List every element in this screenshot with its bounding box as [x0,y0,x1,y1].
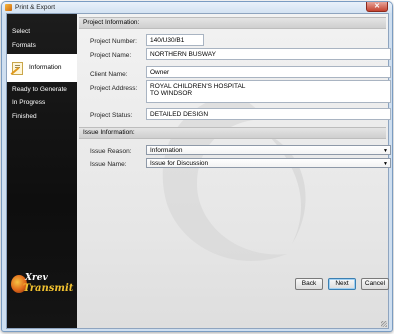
back-button[interactable]: Back [295,278,323,290]
issue-reason-label: Issue Reason: [90,148,132,155]
title-bar: Print & Export ✕ [2,2,392,13]
project-address-field[interactable]: ROYAL CHILDREN'S HOSPITAL TO WINDSOR [146,80,391,103]
project-number-field[interactable]: 140/U30/B1 [146,34,204,46]
document-edit-icon [12,62,23,75]
next-button[interactable]: Next [328,278,356,290]
sidebar-item-label: Select [12,28,31,35]
sidebar-item-information[interactable]: Information [7,54,77,82]
section-header-issue-information: Issue Information: [79,127,386,139]
cancel-button[interactable]: Cancel [361,278,389,290]
main-panel: Project Information: Project Number: 140… [77,14,391,328]
sidebar-item-label: In Progress [12,99,46,106]
client-name-label: Client Name: [90,71,128,78]
xrev-transmit-logo: Xrev Transmit [11,272,73,302]
close-icon: ✕ [374,3,380,10]
wizard-sidebar: Select Formats Information Ready to Gene… [7,14,77,328]
sidebar-item-label: Finished [12,113,37,120]
section-header-project-information: Project Information: [79,17,386,29]
logo-text-top: Xrev [25,273,48,283]
print-export-window: Print & Export ✕ Select Formats Informat… [1,1,393,332]
project-status-field[interactable]: DETAILED DESIGN [146,108,391,120]
chevron-down-icon: ▼ [383,148,388,154]
project-address-label: Project Address: [90,85,138,92]
issue-reason-value: Information [150,147,183,154]
logo-text-bottom: Transmit [23,283,74,294]
dialog-body: Select Formats Information Ready to Gene… [6,13,391,329]
sidebar-item-ready-to-generate[interactable]: Ready to Generate [7,85,77,95]
sidebar-item-formats[interactable]: Formats [7,41,77,51]
sidebar-item-label: Information [29,64,62,71]
chevron-down-icon: ▼ [383,161,388,167]
issue-reason-dropdown[interactable]: Information ▼ [146,145,391,155]
sidebar-item-finished[interactable]: Finished [7,112,77,122]
sidebar-item-label: Ready to Generate [12,86,67,93]
app-icon [5,4,12,11]
project-name-label: Project Name: [90,52,132,59]
sidebar-item-select[interactable]: Select [7,27,77,37]
issue-name-dropdown[interactable]: Issue for Discussion ▼ [146,158,391,168]
project-name-field[interactable]: NORTHERN BUSWAY [146,48,391,60]
project-number-label: Project Number: [90,38,137,45]
sidebar-item-in-progress[interactable]: In Progress [7,98,77,108]
project-status-label: Project Status: [90,112,133,119]
issue-name-value: Issue for Discussion [150,160,209,167]
sidebar-item-label: Formats [12,42,36,49]
close-button[interactable]: ✕ [366,2,388,12]
resize-grip[interactable] [381,321,387,327]
client-name-field[interactable]: Owner [146,66,391,78]
issue-name-label: Issue Name: [90,161,127,168]
window-title: Print & Export [15,4,56,11]
